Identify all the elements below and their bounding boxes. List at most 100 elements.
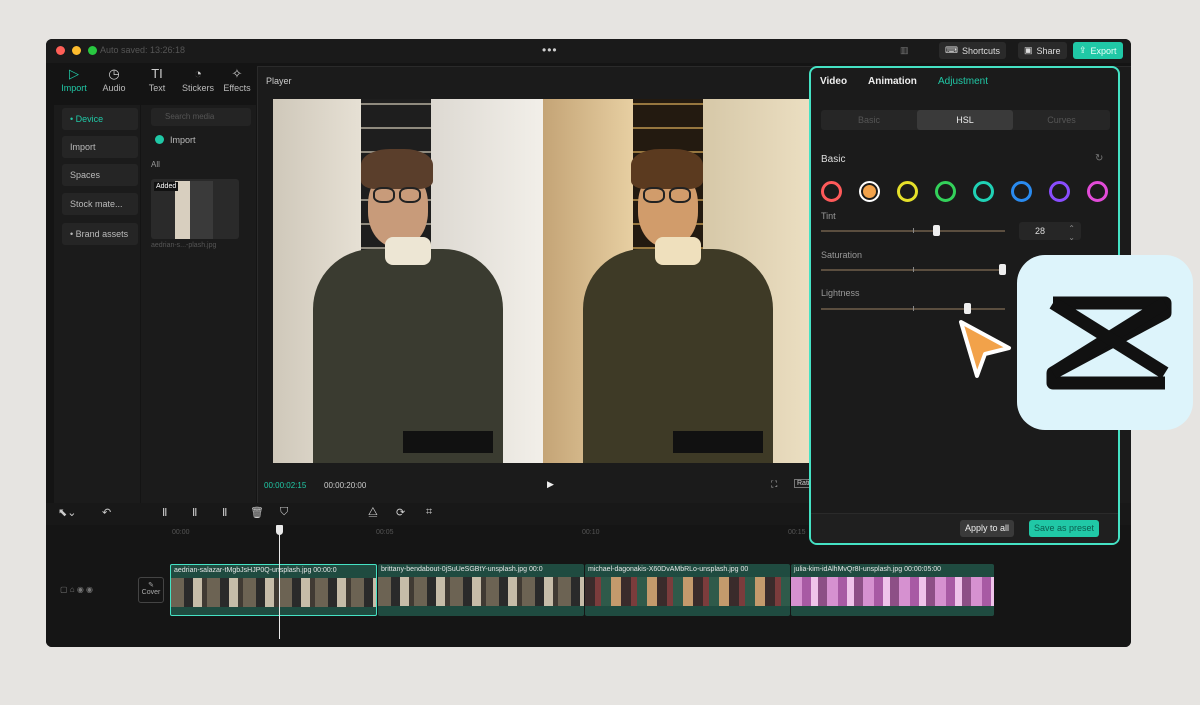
section-title: Basic [821,154,846,165]
split-left-icon[interactable]: Ⅱ [192,506,197,519]
color-swatch[interactable] [973,181,994,202]
filter-all[interactable]: All [151,160,160,169]
nav-effects-label: Effects [223,83,251,93]
effects-icon: ✧ [231,66,243,81]
clip-label: aedrian-salazar-tMgbJsHJP0Q-unsplash.jpg… [174,567,337,574]
shortcuts-button[interactable]: ⌨ Shortcuts [939,42,1007,59]
lightness-slider-handle[interactable] [964,303,971,314]
clip-label: julia-kim-idAlhMvQr8I-unsplash.jpg 00:00… [794,566,942,573]
lightness-slider-track[interactable] [821,303,1005,314]
tint-slider-track[interactable] [821,225,1005,236]
color-swatch[interactable] [1087,181,1108,202]
nav-effects[interactable]: ✧ Effects [220,65,254,101]
video-preview[interactable] [273,99,813,463]
sidebar-item-device[interactable]: • Device [62,108,138,130]
tint-slider-handle[interactable] [933,225,940,236]
cover-label: Cover [141,589,161,596]
slider-center-mark [913,306,914,311]
nav-import-label: Import [61,83,87,93]
mirror-icon[interactable]: ⧋ [368,506,378,519]
rotate-icon[interactable]: ⟳ [396,506,405,519]
color-swatch[interactable] [821,181,842,202]
search-input[interactable]: Search media [151,108,251,126]
more-menu-icon[interactable]: ••• [542,43,558,57]
playhead[interactable] [279,526,280,639]
media-thumbnail[interactable]: Added [151,179,239,239]
saturation-slider-track[interactable] [821,264,1006,275]
sidebar-item-stock-materials[interactable]: Stock mate... [62,193,138,215]
panel-footer: Apply to all Save as preset [811,513,1118,543]
segment-hsl[interactable]: HSL [917,110,1013,130]
color-swatch[interactable] [859,181,880,202]
share-icon: ▣ [1024,45,1033,55]
preview-left-image [273,99,543,463]
apply-to-all-button[interactable]: Apply to all [960,520,1015,537]
adjustment-segments: Basic HSL Curves [821,110,1110,130]
color-swatch[interactable] [1049,181,1070,202]
clip-label: michael-dagonakis-X60DvAMbRLo-unsplash.j… [588,566,749,573]
minimize-window-button[interactable] [72,46,81,55]
cover-button[interactable]: ✎ Cover [138,577,164,603]
sidebar-item-import[interactable]: Import [62,136,138,158]
stepper-icon[interactable]: ⌃ ⌄ [1068,224,1075,242]
shortcuts-label: Shortcuts [962,45,1001,56]
timeline-clip[interactable]: aedrian-salazar-tMgbJsHJP0Q-unsplash.jpg… [170,564,377,616]
nav-text[interactable]: TI Text [137,65,177,101]
timeline-clip[interactable]: julia-kim-idAlhMvQr8I-unsplash.jpg 00:00… [791,564,994,616]
tab-adjustment[interactable]: Adjustment [938,76,988,87]
slider-center-mark [913,228,914,233]
saturation-label: Saturation [821,250,863,260]
sidebar-item-brand-assets[interactable]: • Brand assets [62,223,138,245]
segment-curves[interactable]: Curves [1013,110,1110,130]
ruler-mark: 00:15 [788,529,806,536]
saturation-slider-handle[interactable] [999,264,1006,275]
keyboard-icon: ⌨ [945,45,958,55]
clip-frames [791,577,994,606]
reset-icon[interactable]: ↻ [1095,153,1103,164]
window-title: Auto saved: 13:26:18 [100,45,186,55]
player-title: Player [266,76,292,86]
fit-screen-icon[interactable]: ⛶ [771,479,777,490]
sidebar-item-spaces[interactable]: Spaces [62,164,138,186]
close-window-button[interactable] [56,46,65,55]
select-tool-icon[interactable]: ⬉⌄ [58,506,76,519]
clip-frames [585,577,790,606]
play-icon[interactable]: ▶ [547,479,554,490]
track-controls[interactable]: ▢ ⌂ ◉ ◉ [60,585,93,594]
color-swatch[interactable] [1011,181,1032,202]
tab-animation[interactable]: Animation [868,76,917,87]
share-button[interactable]: ▣ Share [1018,42,1067,59]
import-icon: ▷ [69,66,79,81]
segment-basic[interactable]: Basic [821,110,917,130]
split-right-icon[interactable]: Ⅱ [222,506,227,519]
zoom-window-button[interactable] [88,46,97,55]
ruler-mark: 00:05 [376,529,394,536]
share-label: Share [1036,45,1061,56]
nav-stickers[interactable]: ◔ Stickers [178,65,218,101]
tab-video[interactable]: Video [820,76,847,87]
undo-icon[interactable]: ↶ [102,506,111,519]
media-sidebar: • Device Import Spaces Stock mate... • B… [54,105,140,505]
nav-audio[interactable]: ◷ Audio [94,65,134,101]
split-icon[interactable]: Ⅱ [162,506,167,519]
tint-label: Tint [821,211,836,221]
export-button[interactable]: ⇪ Export [1073,42,1123,59]
tint-value-input[interactable]: 28 ⌃ ⌄ [1019,222,1081,242]
export-icon: ⇪ [1079,45,1087,55]
timeline-clip[interactable]: brittany-bendabout-0jSuUeSGBtY-unsplash.… [378,564,584,616]
clip-label: brittany-bendabout-0jSuUeSGBtY-unsplash.… [381,566,543,573]
timeline-clip[interactable]: michael-dagonakis-X60DvAMbRLo-unsplash.j… [585,564,790,616]
nav-import[interactable]: ▷ Import [54,65,94,101]
preview-right-image [543,99,813,463]
crop-icon[interactable]: ⌗ [426,506,432,519]
save-as-preset-button[interactable]: Save as preset [1029,520,1100,537]
media-panel: Search media Import All Added aedrian-s.… [141,105,256,505]
slider-center-mark [913,267,914,272]
layout-icon[interactable]: ▥ [894,42,915,59]
import-button[interactable]: Import [155,135,196,145]
color-swatch[interactable] [897,181,918,202]
color-swatch[interactable] [935,181,956,202]
edit-icon: ✎ [148,582,154,589]
delete-icon[interactable]: 🗑 [250,506,264,519]
shield-icon[interactable]: ⛉ [280,506,288,519]
